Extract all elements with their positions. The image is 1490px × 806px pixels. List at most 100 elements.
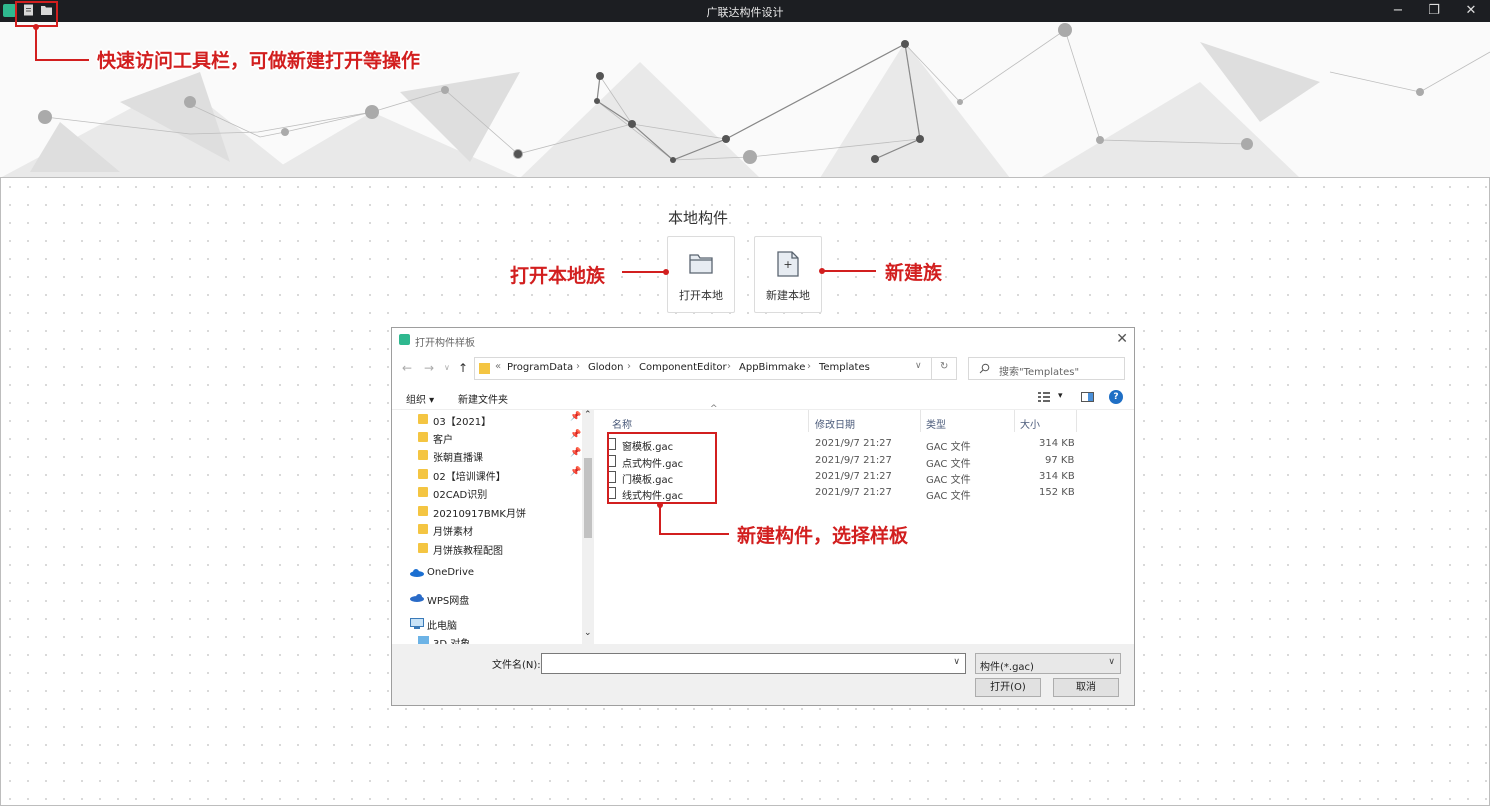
nav-folder-label: 月饼素材 bbox=[433, 527, 473, 538]
column-divider[interactable] bbox=[920, 410, 921, 432]
open-button[interactable]: 打开(O) bbox=[975, 678, 1041, 697]
cloud-icon bbox=[410, 569, 424, 577]
open-template-dialog: 打开构件样板 ✕ ← → ∨ ↑ « ProgramData › Glodon … bbox=[391, 327, 1135, 706]
pin-icon[interactable]: 📌 bbox=[570, 448, 581, 458]
recent-dropdown[interactable]: ∨ bbox=[444, 363, 450, 372]
nav-place-label: WPS网盘 bbox=[427, 596, 470, 607]
file-size: 314 KB bbox=[1039, 438, 1075, 449]
dialog-title-bar: 打开构件样板 ✕ bbox=[392, 328, 1134, 352]
address-row: ← → ∨ ↑ « ProgramData › Glodon › Compone… bbox=[392, 352, 1134, 385]
column-divider[interactable] bbox=[1014, 410, 1015, 432]
column-divider[interactable] bbox=[1076, 410, 1077, 432]
column-modified[interactable]: 修改日期 bbox=[815, 416, 855, 431]
chevron-down-icon[interactable]: ∨ bbox=[953, 657, 960, 667]
folder-icon bbox=[689, 254, 713, 274]
pin-icon[interactable]: 📌 bbox=[570, 467, 581, 477]
file-size: 314 KB bbox=[1039, 471, 1075, 482]
column-type[interactable]: 类型 bbox=[926, 416, 946, 431]
forward-button[interactable]: → bbox=[424, 361, 434, 375]
open-local-card[interactable]: 打开本地 bbox=[667, 236, 735, 313]
plus-sign: + bbox=[783, 258, 792, 271]
new-document-icon: + bbox=[777, 251, 799, 277]
search-box[interactable]: 搜索"Templates" bbox=[968, 357, 1125, 380]
address-segment[interactable]: Glodon bbox=[588, 362, 623, 373]
file-type: GAC 文件 bbox=[926, 475, 971, 486]
cube-icon bbox=[418, 636, 429, 644]
refresh-button[interactable]: ↻ bbox=[940, 361, 948, 372]
address-bar[interactable]: « ProgramData › Glodon › ComponentEditor… bbox=[474, 357, 957, 380]
cancel-button[interactable]: 取消 bbox=[1053, 678, 1119, 697]
navigation-pane: 03【2021】 📌 客户 📌 张朝直播课 📌 02【培训课件】 📌 02CAD识别 2… bbox=[392, 410, 598, 644]
annotation-line bbox=[622, 271, 667, 273]
pin-icon[interactable]: 📌 bbox=[570, 412, 581, 422]
pin-icon[interactable]: 📌 bbox=[570, 430, 581, 440]
back-button[interactable]: ← bbox=[402, 361, 412, 375]
new-family-annotation: 新建族 bbox=[885, 262, 943, 284]
nav-folder-label: 20210917BMK月饼 bbox=[433, 509, 526, 520]
section-title: 本地构件 bbox=[668, 209, 729, 227]
search-placeholder: 搜索"Templates" bbox=[999, 367, 1080, 378]
address-segment[interactable]: ProgramData bbox=[507, 362, 573, 373]
nav-place-label: 此电脑 bbox=[427, 621, 457, 632]
nav-place-label: OneDrive bbox=[427, 567, 475, 578]
sort-indicator-icon: ^ bbox=[710, 404, 718, 414]
nav-folder-label: 02【培训课件】 bbox=[433, 472, 506, 483]
folder-icon bbox=[418, 543, 428, 553]
column-size[interactable]: 大小 bbox=[1020, 416, 1040, 431]
help-icon[interactable]: ? bbox=[1109, 390, 1123, 404]
annotation-line bbox=[659, 504, 661, 535]
filename-input[interactable]: ∨ bbox=[541, 653, 966, 674]
filetype-select[interactable]: 构件(*.gac) ∨ bbox=[975, 653, 1121, 674]
dialog-app-icon bbox=[399, 334, 410, 345]
address-segment[interactable]: Templates bbox=[819, 362, 870, 373]
view-dropdown[interactable]: ▾ bbox=[1058, 391, 1063, 401]
new-local-label: 新建本地 bbox=[766, 289, 810, 302]
address-dropdown[interactable]: ∨ bbox=[915, 361, 922, 371]
nav-folder-label: 张朝直播课 bbox=[433, 453, 483, 464]
organize-button[interactable]: 组织 ▾ bbox=[406, 391, 434, 406]
annotation-dot bbox=[663, 269, 669, 275]
folder-icon bbox=[479, 363, 490, 374]
address-overflow[interactable]: « bbox=[495, 361, 501, 372]
folder-icon bbox=[418, 450, 428, 460]
dialog-toolbar: 组织 ▾ 新建文件夹 ▾ ? bbox=[392, 385, 1134, 410]
folder-icon bbox=[418, 432, 428, 442]
new-folder-button[interactable]: 新建文件夹 bbox=[458, 391, 508, 406]
dialog-footer: 文件名(N): ∨ 构件(*.gac) ∨ 打开(O) 取消 bbox=[392, 644, 1134, 705]
new-component-annotation: 新建构件，选择样板 bbox=[737, 525, 909, 547]
divider bbox=[931, 358, 932, 379]
column-divider[interactable] bbox=[808, 410, 809, 432]
nav-folder-label: 02CAD识别 bbox=[433, 490, 488, 501]
file-size: 152 KB bbox=[1039, 487, 1075, 498]
nav-folder-label: 客户 bbox=[433, 435, 453, 446]
open-local-label: 打开本地 bbox=[679, 289, 723, 302]
column-name[interactable]: 名称 bbox=[612, 416, 632, 431]
dialog-close-button[interactable]: ✕ bbox=[1116, 331, 1128, 347]
scroll-down-icon[interactable]: ⌄ bbox=[584, 628, 592, 638]
file-size: 97 KB bbox=[1045, 455, 1075, 466]
minimize-button[interactable]: − bbox=[1380, 0, 1416, 22]
folder-icon bbox=[418, 487, 428, 497]
restore-button[interactable]: ❐ bbox=[1416, 0, 1452, 22]
scroll-up-icon[interactable]: ⌃ bbox=[584, 410, 592, 420]
address-segment[interactable]: AppBimmake bbox=[739, 362, 805, 373]
folder-icon bbox=[418, 506, 428, 516]
file-type: GAC 文件 bbox=[926, 459, 971, 470]
close-window-button[interactable]: ✕ bbox=[1453, 0, 1489, 22]
file-modified: 2021/9/7 21:27 bbox=[815, 438, 892, 449]
file-modified: 2021/9/7 21:27 bbox=[815, 455, 892, 466]
chevron-down-icon: ∨ bbox=[1108, 657, 1115, 667]
quick-access-annotation: 快速访问工具栏，可做新建打开等操作 bbox=[97, 50, 421, 72]
nav-folder-label: 03【2021】 bbox=[433, 417, 492, 428]
folder-icon bbox=[418, 414, 428, 424]
up-button[interactable]: ↑ bbox=[458, 361, 468, 375]
nav-scrollbar[interactable]: ⌃ ⌄ bbox=[582, 410, 594, 644]
annotation-line bbox=[659, 533, 729, 535]
scroll-thumb[interactable] bbox=[584, 458, 592, 538]
preview-pane-icon[interactable] bbox=[1081, 392, 1094, 402]
new-local-card[interactable]: + 新建本地 bbox=[754, 236, 822, 313]
view-icon[interactable] bbox=[1038, 392, 1050, 402]
address-separator: › bbox=[576, 361, 580, 372]
file-modified: 2021/9/7 21:27 bbox=[815, 487, 892, 498]
address-segment[interactable]: ComponentEditor bbox=[639, 362, 727, 373]
